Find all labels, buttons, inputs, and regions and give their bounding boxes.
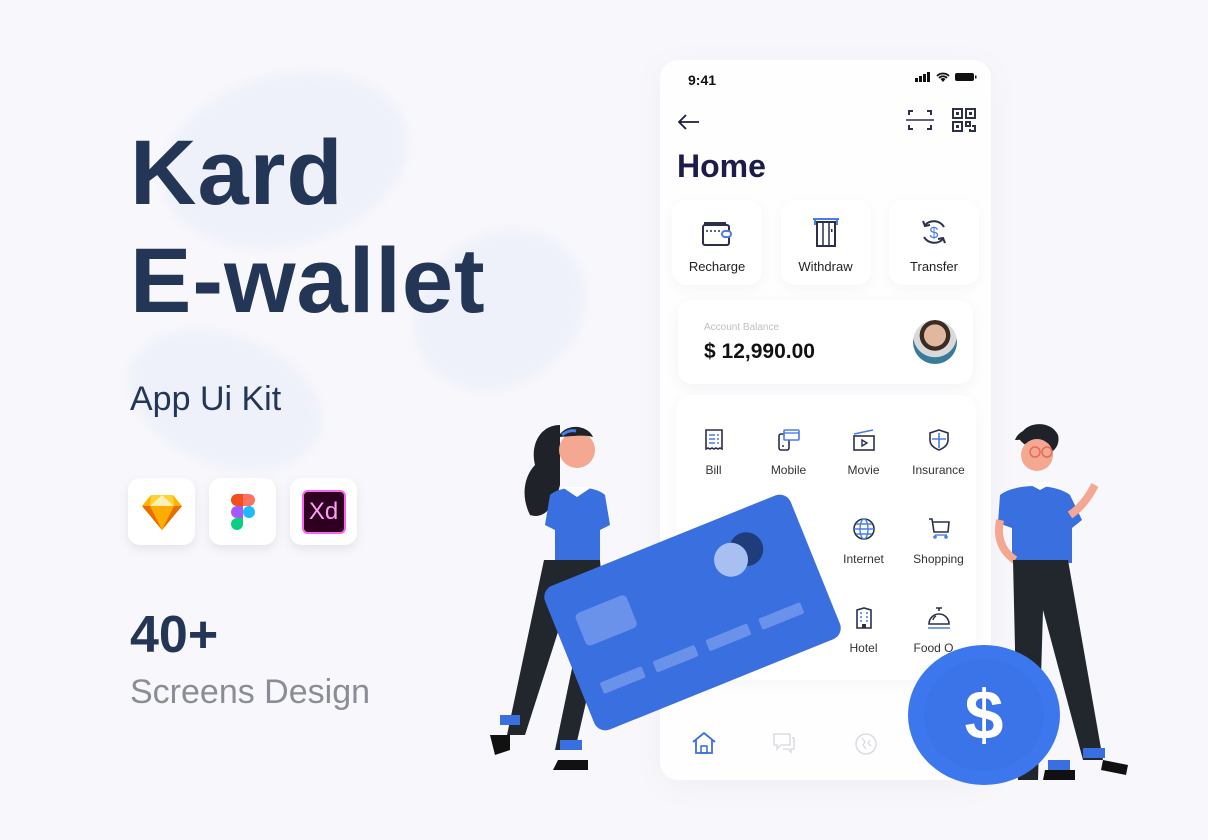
qr-code-button[interactable] xyxy=(952,108,976,137)
scan-button[interactable] xyxy=(906,108,934,137)
service-label: Bill xyxy=(705,463,722,477)
service-label: Movie xyxy=(847,463,880,477)
balance-value: $ 12,990.00 xyxy=(704,340,815,363)
avatar[interactable] xyxy=(913,320,957,364)
nav-home[interactable] xyxy=(692,731,716,759)
globe-icon xyxy=(852,518,875,540)
xd-logo: Xd xyxy=(290,478,357,545)
receipt-icon xyxy=(704,429,723,451)
quick-actions: Recharge Withdraw $ Transfer xyxy=(672,200,979,285)
service-movie[interactable]: Movie xyxy=(826,429,901,477)
promo-title-line2: E-wallet xyxy=(130,230,486,332)
atm-icon xyxy=(812,218,839,247)
transfer-icon: $ xyxy=(922,220,946,244)
movie-icon xyxy=(852,429,875,451)
figma-logo xyxy=(209,478,276,545)
service-label: Mobile xyxy=(770,463,807,477)
qr-code-icon xyxy=(952,108,976,132)
tool-logos: Xd xyxy=(128,478,357,545)
withdraw-button[interactable]: Withdraw xyxy=(780,200,871,285)
recharge-button[interactable]: Recharge xyxy=(672,200,762,285)
chat-icon xyxy=(773,733,795,754)
service-label: Hotel xyxy=(849,641,878,655)
service-insurance[interactable]: Insurance xyxy=(901,429,976,477)
arrow-left-icon xyxy=(677,114,699,130)
service-bill[interactable]: Bill xyxy=(676,429,751,477)
cloche-icon xyxy=(927,607,950,629)
service-internet[interactable]: Internet xyxy=(826,518,901,566)
service-label: Internet xyxy=(843,552,884,566)
figma-icon xyxy=(230,493,255,530)
mobile-icon xyxy=(777,429,800,451)
page-title: Home xyxy=(677,148,766,184)
scan-icon xyxy=(906,110,934,130)
service-label: Insurance xyxy=(912,463,965,477)
svg-text:$: $ xyxy=(930,225,939,242)
service-label: Shopping xyxy=(913,552,964,566)
transfer-button[interactable]: $ Transfer xyxy=(889,200,979,285)
signal-icon xyxy=(915,72,930,82)
promo-title-line1: Kard xyxy=(130,122,344,224)
action-label: Recharge xyxy=(688,259,746,274)
wifi-icon xyxy=(936,72,950,82)
back-button[interactable] xyxy=(677,110,700,136)
status-icons xyxy=(915,72,977,82)
balance-card: Account Balance $ 12,990.00 xyxy=(678,300,973,384)
screens-count: 40+ xyxy=(130,606,219,664)
sketch-icon xyxy=(141,494,182,530)
xd-icon: Xd xyxy=(301,489,346,534)
building-icon xyxy=(855,607,872,629)
card-chip xyxy=(574,593,639,647)
balance-label: Account Balance xyxy=(704,322,780,333)
screens-label: Screens Design xyxy=(130,673,371,711)
explore-icon xyxy=(855,733,877,755)
coin-illustration: $ xyxy=(908,645,1060,785)
promo-subtitle: App Ui Kit xyxy=(130,380,282,418)
dollar-icon: $ xyxy=(924,659,1044,771)
cart-icon xyxy=(928,518,950,539)
service-shopping[interactable]: Shopping xyxy=(901,518,976,566)
action-label: Withdraw xyxy=(798,259,853,274)
shield-icon xyxy=(928,429,949,451)
action-label: Transfer xyxy=(910,259,958,274)
nav-chat[interactable] xyxy=(772,732,796,759)
sketch-logo xyxy=(128,478,195,545)
home-icon xyxy=(692,731,716,754)
service-mobile[interactable]: Mobile xyxy=(751,429,826,477)
nav-explore[interactable] xyxy=(854,732,878,761)
battery-icon xyxy=(955,73,977,81)
status-time: 9:41 xyxy=(688,72,717,88)
wallet-icon xyxy=(702,222,732,246)
